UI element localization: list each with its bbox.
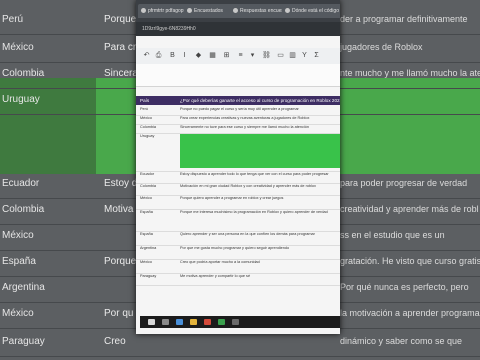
cell-answer[interactable]: Creo que podría aportar mucho a la comun… xyxy=(180,260,338,265)
background-answer-right: ss en el estudio que es un xyxy=(340,230,445,240)
sheets-icon[interactable] xyxy=(218,319,225,325)
table-row[interactable]: España Porque me interesa muchísimo la pr… xyxy=(136,209,340,232)
formula-bar[interactable] xyxy=(136,64,340,87)
cell-answer[interactable]: Quiero aprender y ser una persona en la … xyxy=(180,232,338,237)
undo-icon[interactable]: ↶ xyxy=(142,51,151,60)
link-icon[interactable]: ⛓ xyxy=(262,51,271,60)
table-row[interactable]: México Porque quiero aprender a programar… xyxy=(136,195,340,210)
background-country: México xyxy=(2,308,34,319)
cell-country[interactable]: España xyxy=(140,232,176,236)
address-bar[interactable]: 1D9zrl9gye-6N8239Hh0 xyxy=(136,22,340,36)
cell-country[interactable]: España xyxy=(140,210,176,214)
cell-country[interactable]: Colombia xyxy=(140,125,176,129)
background-row: Paraguay Creo dinámico y saber como se que xyxy=(0,330,480,357)
cell-answer[interactable]: Por que me gusta mucho programar y quier… xyxy=(180,246,338,251)
search-icon[interactable] xyxy=(162,319,169,325)
tab-label: Respuestas encuesta xyxy=(240,8,289,14)
browser-tab-bar: pfrmtrtr pdfagoptio Encuestados Respuest… xyxy=(136,0,340,22)
background-country: Colombia xyxy=(2,68,45,79)
cell-answer[interactable]: Estoy dispuesto a aprender todo lo que t… xyxy=(180,172,338,177)
chevron-down-icon[interactable]: ▾ xyxy=(248,51,257,60)
background-country: Argentina xyxy=(2,282,45,293)
sheet-toolbar: ↶ ⎙ B I ◆ ▦ ⊞ ≡ ▾ ⛓ ▭ ▥ Y Σ xyxy=(136,48,340,65)
tab-label: Encuestados xyxy=(194,8,223,14)
cell-country[interactable]: Paraguay xyxy=(140,274,176,278)
background-country: Uruguay xyxy=(2,94,40,105)
print-icon[interactable]: ⎙ xyxy=(154,51,163,60)
cell-answer[interactable]: Sinceramente no tuve para ese curso y si… xyxy=(180,125,338,130)
background-country: Perú xyxy=(2,14,24,25)
cell-country[interactable]: Argentina xyxy=(140,246,176,250)
cell-country[interactable]: México xyxy=(140,260,176,264)
cell-answer[interactable]: Me motiva aprender y compartir lo que sé xyxy=(180,274,338,279)
header-question: ¿Por qué deberías ganarte el acceso al c… xyxy=(180,98,340,103)
table-row[interactable]: Uruguay xyxy=(136,133,340,172)
cell-country[interactable]: México xyxy=(140,116,176,120)
tab-label: pfrmtrtr pdfagoptio xyxy=(148,8,189,14)
background-answer-right: la motivación a aprender programación xyxy=(340,308,480,318)
tab-favicon-icon xyxy=(233,8,238,13)
cell-answer[interactable]: Para crear experiencias creativas y nuev… xyxy=(180,116,338,121)
background-country: Colombia xyxy=(2,204,45,215)
background-answer-right: gratación. He visto que curso gratis xyxy=(340,256,480,266)
table-row[interactable]: España Quiero aprender y ser una persona … xyxy=(136,231,340,246)
function-icon[interactable]: Σ xyxy=(312,51,321,60)
folder-icon[interactable] xyxy=(190,319,197,325)
fill-color-icon[interactable]: ◆ xyxy=(194,51,203,60)
background-country: España xyxy=(2,256,36,267)
table-row[interactable]: Argentina Por que me gusta mucho programa… xyxy=(136,245,340,260)
background-answer-right: der a programar definitivamente xyxy=(340,14,468,24)
align-icon[interactable]: ≡ xyxy=(236,51,245,60)
background-answer-right: dinámico y saber como se que xyxy=(340,336,463,346)
merge-icon[interactable]: ⊞ xyxy=(222,51,231,60)
filter-icon[interactable]: Y xyxy=(300,51,309,60)
table-row[interactable]: Paraguay Me motiva aprender y compartir l… xyxy=(136,273,340,286)
background-country: México xyxy=(2,42,34,53)
background-answer-right: Por qué nunca es perfecto, pero xyxy=(340,282,469,292)
cell-answer[interactable]: Porque me interesa muchísimo la programa… xyxy=(180,210,338,215)
tab-favicon-icon xyxy=(141,8,146,13)
background-answer-right: para poder progresar de verdad xyxy=(340,178,468,188)
background-country: Ecuador xyxy=(2,178,40,189)
sheet-header-row: País ¿Por qué deberías ganarte el acceso… xyxy=(136,96,340,105)
tab-favicon-icon xyxy=(285,8,290,13)
background-country: México xyxy=(2,230,34,241)
files-icon[interactable] xyxy=(176,319,183,325)
chart-icon[interactable]: ▥ xyxy=(288,51,297,60)
cell-answer[interactable]: Porque no puedo pagar el curso y sería m… xyxy=(180,107,338,112)
header-country: País xyxy=(140,98,150,103)
comment-icon[interactable]: ▭ xyxy=(276,51,285,60)
cell-country[interactable]: Uruguay xyxy=(140,134,176,138)
browser-icon[interactable] xyxy=(204,319,211,325)
cell-country[interactable]: México xyxy=(140,196,176,200)
taskbar xyxy=(140,316,340,328)
bold-icon[interactable]: B xyxy=(168,51,177,60)
background-answer-right: creatividad y aprender más de robl xyxy=(340,204,479,214)
tab-favicon-icon xyxy=(187,8,192,13)
cell-country[interactable]: Ecuador xyxy=(140,172,176,176)
cell-answer[interactable]: Motivación en mi gran ciudad Roblox y co… xyxy=(180,184,338,189)
background-answer-right: jugadores de Roblox xyxy=(340,42,423,52)
start-icon[interactable] xyxy=(148,319,155,325)
monitor-screen: pfrmtrtr pdfagoptio Encuestados Respuest… xyxy=(136,0,340,334)
app-icon[interactable] xyxy=(232,319,239,325)
tab-label: Dónde está el código xyxy=(292,8,339,14)
borders-icon[interactable]: ▦ xyxy=(208,51,217,60)
italic-icon[interactable]: I xyxy=(180,51,189,60)
background-answer: Creo xyxy=(104,336,126,347)
cell-country[interactable]: Perú xyxy=(140,107,176,111)
cell-country[interactable]: Colombia xyxy=(140,184,176,188)
background-answer-right: nte mucho y me llamó mucho la aten xyxy=(340,68,480,78)
browser-tab[interactable]: Dónde está el código xyxy=(282,4,340,18)
table-row[interactable]: México Creo que podría aportar mucho a la… xyxy=(136,259,340,274)
background-country: Paraguay xyxy=(2,336,45,347)
cell-answer[interactable]: Porque quiero aprender a programar en ro… xyxy=(180,196,338,201)
browser-tab[interactable]: Respuestas encuesta xyxy=(230,4,290,18)
